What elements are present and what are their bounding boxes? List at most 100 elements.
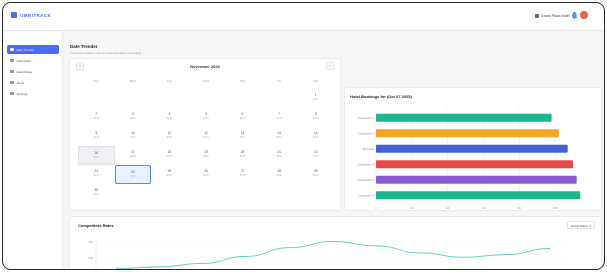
day-number: 14 <box>277 131 281 135</box>
sidebar-item-label: Hotel Data <box>16 58 31 63</box>
day-number: 3 <box>131 112 134 116</box>
calendar-icon <box>10 47 14 52</box>
logo-text: OMNITRACK <box>20 12 52 18</box>
bar[interactable] <box>376 160 574 169</box>
calendar-day[interactable]: 15 $163 <box>297 127 334 146</box>
day-rate: $148 <box>166 117 173 120</box>
day-number: 15 <box>313 131 318 135</box>
logo-icon <box>11 12 17 18</box>
calendar-empty-cell <box>115 89 152 108</box>
calendar-day[interactable]: 8 $162 <box>297 108 334 127</box>
calendar-day[interactable]: 27 $158 <box>224 165 261 184</box>
notification-bell-icon[interactable] <box>571 11 578 20</box>
y-tick-label: 300 <box>88 240 93 244</box>
calendar-day[interactable]: 20 $155 <box>224 146 261 165</box>
x-tick-label: 20 <box>410 206 414 210</box>
calendar-day[interactable]: 16 $150 <box>78 146 115 165</box>
calendar-day[interactable]: 21 $161 <box>261 146 298 165</box>
calendar-day[interactable]: 22 $165 <box>297 146 334 165</box>
sidebar: Date Trender Hotel Data Hotel Rates Aler… <box>3 31 63 269</box>
calendar-day[interactable]: 13 $154 <box>224 127 261 146</box>
bar[interactable] <box>376 113 552 122</box>
bar[interactable] <box>376 191 581 200</box>
gear-icon <box>10 91 14 96</box>
day-rate: $150 <box>166 136 173 139</box>
weekday-row: Sun Mon Tue Wed Thu Fri Sat <box>78 79 334 83</box>
calendar-day[interactable]: 29 $170 <box>297 165 334 184</box>
day-number: 1 <box>314 93 317 97</box>
day-rate: $166 <box>276 174 282 177</box>
building-icon <box>10 58 14 63</box>
calendar-empty-cell <box>261 89 298 108</box>
calendar-day[interactable]: 25 $153 <box>151 165 188 184</box>
calendar-day[interactable]: 7 $160 <box>261 108 298 127</box>
day-number: 5 <box>205 112 207 116</box>
bar[interactable] <box>376 129 559 138</box>
y-category-label: Competitor 2 <box>358 131 374 135</box>
calendar-day[interactable]: 23 $151 <box>78 165 115 184</box>
sidebar-item-hotel-rates[interactable]: Hotel Rates <box>7 67 59 76</box>
hotel-selector[interactable]: Grand Plaza Hotel ▾ <box>535 13 574 18</box>
calendar-day[interactable]: 6 $155 <box>224 108 261 127</box>
day-rate: $155 <box>239 155 246 158</box>
bar[interactable] <box>376 144 568 153</box>
calendar-day[interactable]: 19 $152 <box>188 146 225 165</box>
alert-icon <box>10 80 14 85</box>
page-subtitle: Track and analyze rates for selected dat… <box>70 51 142 55</box>
day-number: 2 <box>95 112 98 116</box>
calendar-day[interactable]: 10 $147 <box>115 127 152 146</box>
calendar-day[interactable]: 18 $149 <box>151 146 188 165</box>
calendar-card: ‹ November 2025 › Sun Mon Tue Wed Thu Fri Sat … <box>69 58 341 211</box>
day-rate: $160 <box>276 117 282 120</box>
app-logo[interactable]: OMNITRACK <box>11 12 51 18</box>
day-rate: $149 <box>93 136 100 139</box>
calendar-day[interactable]: 11 $150 <box>151 127 188 146</box>
calendar-day[interactable]: 14 $159 <box>261 127 298 146</box>
day-number: 18 <box>167 150 172 154</box>
day-number: 29 <box>313 169 318 173</box>
bar[interactable] <box>376 175 577 184</box>
sidebar-item-settings[interactable]: Settings <box>7 89 59 98</box>
day-number: 30 <box>94 188 99 192</box>
calendar-day[interactable]: 26 $156 <box>188 165 225 184</box>
day-number: 25 <box>167 169 172 173</box>
day-number: 4 <box>168 112 171 116</box>
page-title: Date Trender <box>70 44 98 49</box>
sidebar-item-date-trender[interactable]: Date Trender <box>7 45 59 54</box>
sidebar-item-label: Date Trender <box>16 47 35 52</box>
sidebar-item-hotel-data[interactable]: Hotel Data <box>7 56 59 65</box>
calendar-day[interactable]: 9 $149 <box>78 127 115 146</box>
competitors-card: Competitors Rates Grand Plaza ▾ 300 200 <box>69 216 602 269</box>
weekday-label: Mon <box>129 79 136 83</box>
x-tick-label: 100 <box>553 206 558 210</box>
calendar-day[interactable]: 17 $148 <box>115 146 152 165</box>
day-rate: $163 <box>312 136 319 139</box>
y-category-label: Competitor 1 <box>358 116 374 120</box>
day-rate: $155 <box>239 117 246 120</box>
y-category-label: Competitor 5 <box>358 193 374 197</box>
day-number: 13 <box>240 131 245 135</box>
day-number: 7 <box>278 112 281 116</box>
calendar-day[interactable]: 5 $150 <box>188 108 225 127</box>
weekday-label: Thu <box>239 79 246 83</box>
calendar-day[interactable]: 1 $152 <box>297 89 334 108</box>
calendar-day[interactable]: 4 $148 <box>151 108 188 127</box>
calendar-day[interactable]: 24 $150 <box>114 165 152 184</box>
day-rate: $147 <box>130 136 136 139</box>
hotel-icon <box>535 13 539 18</box>
calendar-day[interactable]: 3 $151 <box>115 108 152 127</box>
series-line <box>115 241 551 269</box>
sidebar-item-alerts[interactable]: Alerts <box>7 78 59 87</box>
day-rate: $154 <box>239 136 246 139</box>
day-rate: $148 <box>130 155 136 158</box>
month-title: November 2025 <box>190 64 220 69</box>
day-number: 19 <box>204 150 208 154</box>
calendar-day[interactable]: 30 $152 <box>78 184 115 203</box>
calendar-day[interactable]: 12 $151 <box>188 127 225 146</box>
weekday-label: Sun <box>93 79 99 83</box>
user-avatar[interactable] <box>579 10 589 20</box>
calendar-day[interactable]: 28 $166 <box>261 165 298 184</box>
day-number: 9 <box>95 131 98 135</box>
calendar-day[interactable]: 2 $149 <box>78 108 115 127</box>
next-month-button[interactable]: › <box>326 62 334 70</box>
